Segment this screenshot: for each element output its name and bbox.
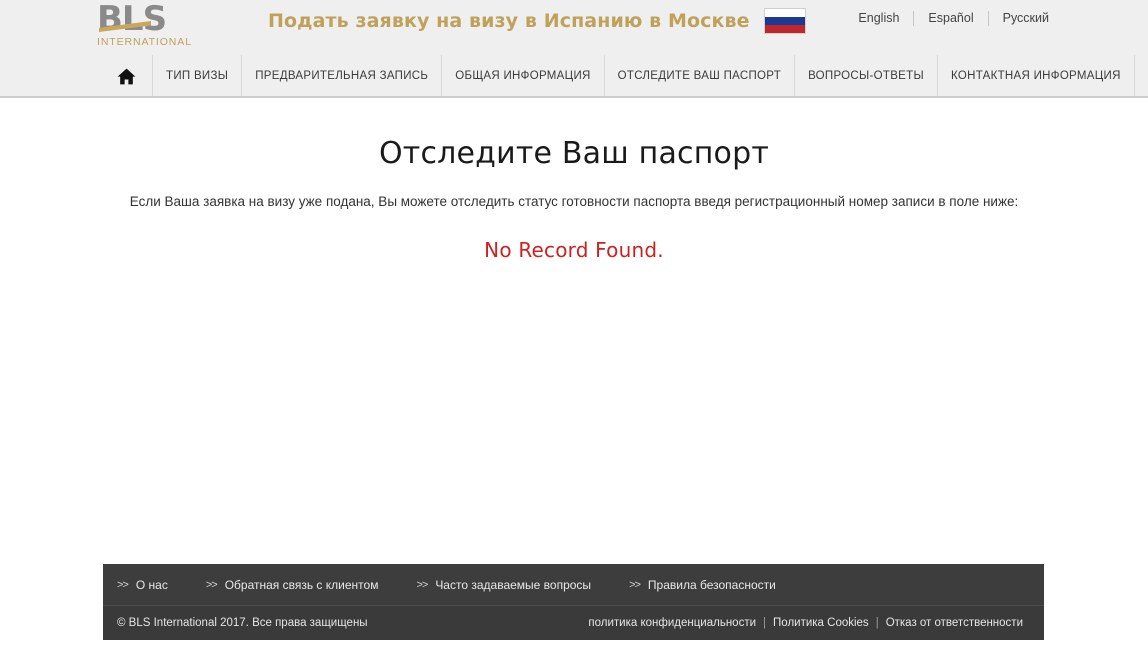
- nav-item-contact-info[interactable]: КОНТАКТНАЯ ИНФОРМАЦИЯ: [938, 55, 1135, 96]
- footer-link-disclaimer[interactable]: Отказ от ответственности: [879, 617, 1030, 629]
- main-content: Отследите Ваш паспорт Если Ваша заявка н…: [0, 98, 1148, 565]
- footer-link-privacy-policy[interactable]: политика конфиденциальности: [581, 617, 763, 629]
- chevron-right-icon: >>: [416, 578, 428, 591]
- chevron-right-icon: >>: [629, 578, 641, 591]
- language-link-russian[interactable]: Русский: [989, 11, 1063, 26]
- page-header-title: Подать заявку на визу в Испанию в Москве: [268, 10, 750, 32]
- footer-zone: >> О нас >> Обратная связь с клиентом >>…: [0, 564, 1148, 667]
- footer-link-label: Обратная связь с клиентом: [224, 577, 379, 592]
- nav-item-faq[interactable]: ВОПРОСЫ-ОТВЕТЫ: [795, 55, 938, 96]
- footer-link-security-rules[interactable]: >> Правила безопасности: [629, 578, 776, 592]
- page-title: Отследите Ваш паспорт: [378, 136, 770, 171]
- policy-links: политика конфиденциальности | Политика C…: [581, 617, 1030, 629]
- footer-link-customer-feedback[interactable]: >> Обратная связь с клиентом: [206, 578, 379, 592]
- footer-link-about-us[interactable]: >> О нас: [117, 578, 168, 592]
- main-navigation: ТИП ВИЗЫ ПРЕДВАРИТЕЛЬНАЯ ЗАПИСЬ ОБЩАЯ ИН…: [0, 55, 1148, 98]
- bls-logo[interactable]: BLS INTERNATIONAL: [97, 2, 207, 49]
- nav-item-track-passport[interactable]: ОТСЛЕДИТЕ ВАШ ПАСПОРТ: [605, 55, 796, 96]
- header-title-group: Подать заявку на визу в Испанию в Москве: [268, 8, 806, 34]
- chevron-right-icon: >>: [205, 578, 218, 591]
- language-link-english[interactable]: English: [844, 11, 913, 26]
- footer-link-cookies-policy[interactable]: Политика Cookies: [766, 617, 876, 629]
- page-description: Если Ваша заявка на визу уже подана, Вы …: [129, 194, 1019, 209]
- home-icon: [117, 68, 136, 84]
- language-switcher: English Español Русский: [844, 11, 1063, 26]
- nav-item-visa-type[interactable]: ТИП ВИЗЫ: [153, 55, 243, 96]
- footer-link-label: Часто задаваемые вопросы: [435, 577, 592, 592]
- footer-bottom-bar: © BLS International 2017. Все права защи…: [103, 606, 1044, 640]
- logo-main-text: BLS: [97, 0, 167, 39]
- logo-text: BLS: [97, 2, 207, 36]
- footer-link-faq[interactable]: >> Часто задаваемые вопросы: [416, 578, 591, 592]
- language-link-spanish[interactable]: Español: [914, 11, 987, 26]
- nav-item-general-info[interactable]: ОБЩАЯ ИНФОРМАЦИЯ: [442, 55, 605, 96]
- russia-flag-icon: [763, 8, 806, 34]
- status-message: No Record Found.: [484, 238, 664, 262]
- footer-link-label: О нас: [135, 577, 168, 592]
- copyright-text: © BLS International 2017. Все права защи…: [117, 617, 368, 629]
- footer-links-row: >> О нас >> Обратная связь с клиентом >>…: [103, 564, 1044, 606]
- nav-item-home[interactable]: [103, 55, 153, 96]
- footer-link-label: Правила безопасности: [647, 577, 776, 592]
- site-header: BLS INTERNATIONAL Подать заявку на визу …: [0, 0, 1148, 55]
- nav-item-appointment[interactable]: ПРЕДВАРИТЕЛЬНАЯ ЗАПИСЬ: [242, 55, 443, 96]
- site-footer: >> О нас >> Обратная связь с клиентом >>…: [103, 564, 1044, 640]
- chevron-right-icon: >>: [117, 578, 129, 591]
